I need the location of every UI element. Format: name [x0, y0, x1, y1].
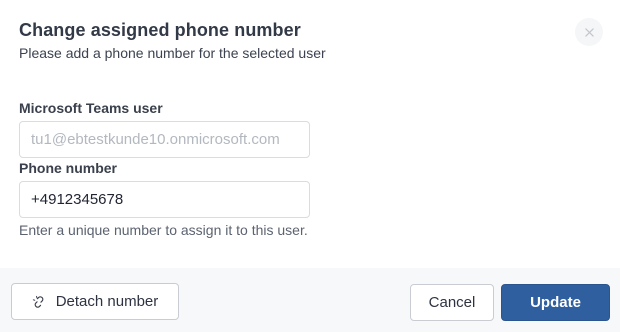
close-button[interactable]: [575, 18, 603, 46]
detach-number-label: Detach number: [55, 293, 159, 310]
update-button[interactable]: Update: [501, 284, 610, 321]
detach-number-button[interactable]: Detach number: [11, 283, 179, 320]
teams-user-field[interactable]: [19, 121, 310, 158]
phone-number-helper: Enter a unique number to assign it to th…: [19, 222, 308, 238]
dialog-title: Change assigned phone number: [19, 20, 301, 40]
phone-number-label: Phone number: [19, 160, 118, 176]
teams-user-label: Microsoft Teams user: [19, 100, 163, 116]
unlink-icon: [32, 295, 44, 308]
dialog-subtitle: Please add a phone number for the select…: [19, 45, 326, 61]
cancel-button[interactable]: Cancel: [410, 284, 494, 321]
close-icon: [584, 27, 594, 37]
phone-number-field[interactable]: [19, 181, 310, 218]
change-phone-dialog: Change assigned phone number Please add …: [0, 0, 620, 332]
